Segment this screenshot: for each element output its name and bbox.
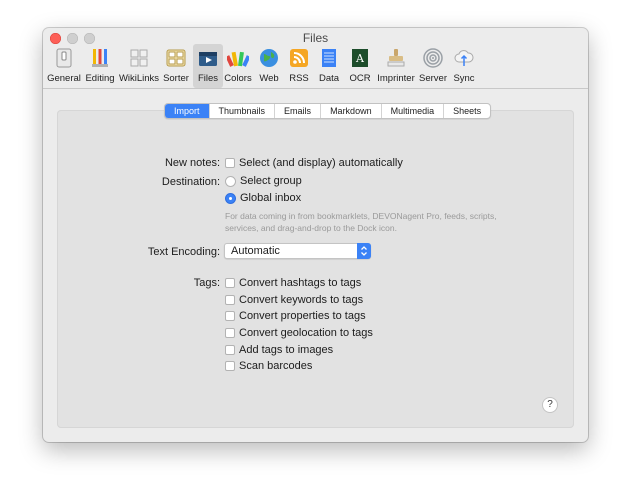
switch-icon: [56, 48, 72, 68]
radio-label: Select group: [240, 175, 302, 187]
import-settings-panel: New notes: Select (and display) automati…: [57, 110, 574, 428]
checkbox-box[interactable]: [225, 278, 235, 288]
toolbar-item-files[interactable]: Files: [193, 44, 223, 88]
add-tags-images-checkbox[interactable]: Add tags to images: [225, 344, 333, 356]
radio-button-selected[interactable]: [225, 192, 236, 204]
toolbar-item-sorter[interactable]: Sorter: [160, 44, 192, 88]
destination-hint: For data coming in from bookmarklets, DE…: [225, 211, 497, 233]
popup-value: Automatic: [231, 245, 280, 257]
help-button[interactable]: ?: [542, 397, 558, 413]
toolbar-item-wikilinks[interactable]: WikiLinks: [118, 44, 160, 88]
tab-sheets[interactable]: Sheets: [443, 104, 490, 118]
puzzle-icon: [130, 49, 148, 67]
checkbox-label: Convert properties to tags: [239, 310, 366, 322]
toolbar-item-web[interactable]: Web: [254, 44, 284, 88]
checkbox-label: Add tags to images: [239, 344, 334, 356]
tab-emails[interactable]: Emails: [274, 104, 320, 118]
minimize-button[interactable]: [67, 33, 78, 44]
close-button[interactable]: [50, 33, 61, 44]
sorter-icon: [166, 49, 186, 67]
toolbar-item-colors[interactable]: Colors: [224, 44, 252, 88]
toolbar-item-sync[interactable]: Sync: [449, 44, 479, 88]
tab-import[interactable]: Import: [165, 104, 209, 118]
scan-barcodes-checkbox[interactable]: Scan barcodes: [225, 360, 312, 372]
ocr-icon: A: [352, 49, 368, 67]
cloud-sync-icon: [454, 50, 474, 66]
text-encoding-popup[interactable]: Automatic: [224, 243, 371, 259]
rss-icon: [290, 49, 308, 67]
checkbox-label: Convert hashtags to tags: [239, 277, 362, 289]
toolbar-item-editing[interactable]: Editing: [82, 44, 118, 88]
tab-multimedia[interactable]: Multimedia: [380, 104, 444, 118]
tab-markdown[interactable]: Markdown: [320, 104, 381, 118]
radio-global-inbox[interactable]: Global inbox: [225, 192, 301, 204]
zoom-button[interactable]: [84, 33, 95, 44]
preferences-toolbar: General Editing WikiLinks Sorter Files C…: [43, 44, 588, 89]
data-icon: [322, 49, 336, 67]
files-icon: [199, 52, 217, 66]
checkbox-label: Scan barcodes: [239, 360, 313, 372]
checkbox-label: Convert geolocation to tags: [239, 327, 373, 339]
destination-label: Destination:: [161, 176, 220, 188]
toolbar-item-rss[interactable]: RSS: [285, 44, 313, 88]
text-encoding-label: Text Encoding:: [147, 246, 220, 258]
checkbox-label: Select (and display) automatically: [239, 157, 403, 169]
stamp-icon: [387, 49, 405, 67]
svg-text:A: A: [355, 52, 365, 65]
toolbar-item-imprinter[interactable]: Imprinter: [376, 44, 416, 88]
toolbar-item-data[interactable]: Data: [315, 44, 343, 88]
pencils-icon: [92, 49, 108, 67]
tags-label: Tags:: [193, 277, 220, 289]
toolbar-item-server[interactable]: Server: [418, 44, 448, 88]
convert-keywords-checkbox[interactable]: Convert keywords to tags: [225, 294, 363, 306]
radio-label: Global inbox: [240, 192, 302, 204]
window-title: Files: [302, 31, 329, 45]
chevron-updown-icon: [357, 243, 371, 259]
tab-thumbnails[interactable]: Thumbnails: [208, 104, 275, 118]
convert-geolocation-checkbox[interactable]: Convert geolocation to tags: [225, 327, 373, 339]
toolbar-item-ocr[interactable]: A OCR: [346, 44, 374, 88]
checkbox-box[interactable]: [225, 295, 235, 305]
color-wheel-icon: [227, 51, 249, 67]
convert-hashtags-checkbox[interactable]: Convert hashtags to tags: [225, 277, 361, 289]
select-automatically-checkbox[interactable]: Select (and display) automatically: [225, 157, 403, 169]
checkbox-box[interactable]: [225, 158, 235, 168]
globe-icon: [260, 49, 278, 67]
radio-button[interactable]: [225, 175, 236, 187]
tab-bar: Import Thumbnails Emails Markdown Multim…: [164, 103, 492, 119]
toolbar-item-general[interactable]: General: [47, 44, 81, 88]
radio-select-group[interactable]: Select group: [225, 175, 302, 187]
convert-properties-checkbox[interactable]: Convert properties to tags: [225, 310, 366, 322]
preferences-window: Files General Editing WikiLinks Sorter F…: [43, 28, 588, 442]
new-notes-label: New notes:: [164, 157, 220, 169]
server-icon: [423, 48, 443, 68]
checkbox-box[interactable]: [225, 361, 235, 371]
checkbox-box[interactable]: [225, 328, 235, 338]
checkbox-box[interactable]: [225, 345, 235, 355]
checkbox-box[interactable]: [225, 311, 235, 321]
checkbox-label: Convert keywords to tags: [239, 294, 364, 306]
